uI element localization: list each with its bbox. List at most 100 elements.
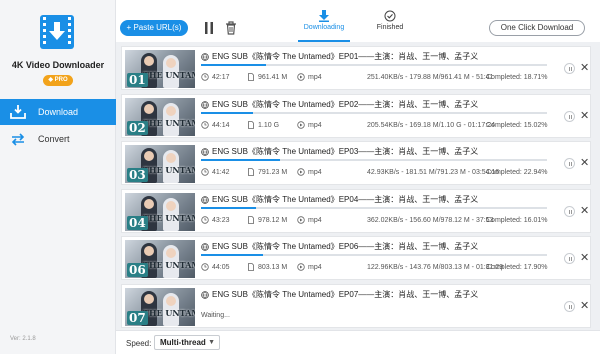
thumbnail-face — [144, 103, 154, 114]
trash-icon[interactable] — [225, 21, 237, 35]
globe-icon — [201, 195, 209, 204]
thumbnail-face — [166, 248, 176, 258]
thumbnail-text: THE UNTAMED — [143, 260, 195, 270]
nav-item-convert[interactable]: Convert — [0, 126, 116, 152]
video-format-icon — [297, 120, 305, 129]
close-icon[interactable]: ✕ — [580, 252, 589, 264]
pause-all-icon[interactable] — [203, 21, 215, 35]
duration: 44:05 — [212, 264, 230, 271]
completed-text: Completed: 17.90% — [486, 264, 548, 271]
tab-finished[interactable]: Finished — [360, 10, 420, 31]
download-title: ENG SUB《陈情令 The Untamed》EP02——主演：肖战、王一博、… — [212, 99, 479, 109]
thumbnail-face — [144, 198, 154, 209]
thumbnail-face — [166, 200, 176, 211]
video-thumbnail: THE UNTAMED 01 — [125, 50, 195, 88]
speed-select-value: Multi-thread — [160, 338, 206, 347]
progress-bar-fill — [201, 206, 257, 209]
tab-downloading[interactable]: Downloading — [294, 10, 354, 31]
progress-bar — [201, 64, 547, 66]
download-row[interactable]: THE UNTAMED 01 ENG SUB《陈情令 The Untamed》E… — [121, 46, 591, 90]
nav-item-label: Convert — [38, 134, 70, 144]
video-format-icon — [297, 263, 305, 271]
download-title: ENG SUB《陈情令 The Untamed》EP01——主演：肖战、王一博、… — [212, 52, 479, 61]
download-title: ENG SUB《陈情令 The Untamed》EP04——主演：肖战、王一博、… — [212, 194, 479, 204]
close-icon[interactable]: ✕ — [580, 300, 589, 312]
pause-button[interactable] — [564, 63, 575, 74]
pause-button[interactable] — [564, 158, 575, 169]
download-list: THE UNTAMED 01 ENG SUB《陈情令 The Untamed》E… — [116, 42, 600, 330]
progress-bar-fill — [201, 254, 263, 256]
chevron-down-icon: ▼ — [208, 339, 215, 346]
progress-bar — [201, 159, 547, 161]
convert-arrows-icon — [11, 133, 25, 146]
thumbnail-face — [166, 295, 176, 306]
thumbnail-text: THE UNTAMED — [143, 70, 195, 80]
pause-button[interactable] — [564, 205, 575, 217]
video-thumbnail: THE UNTAMED 06 — [125, 240, 195, 278]
pro-badge: ◆ PRO — [43, 75, 73, 86]
pause-button[interactable] — [564, 110, 575, 122]
tab-downloading-label: Downloading — [303, 24, 345, 31]
pause-button[interactable] — [564, 253, 575, 264]
progress-text: 362.02KB/s - 156.60 M/978.12 M - 37:53 — [367, 216, 494, 224]
file-format: mp4 — [308, 264, 322, 271]
duration: 41:42 — [212, 169, 230, 176]
episode-number: 06 — [127, 263, 148, 277]
globe-icon — [201, 148, 209, 156]
duration: 44:14 — [212, 121, 230, 129]
one-click-download-button[interactable]: One Click Download — [489, 20, 585, 36]
episode-number: 03 — [127, 168, 148, 182]
clock-icon — [201, 168, 209, 176]
globe-icon — [201, 100, 209, 109]
close-icon[interactable]: ✕ — [580, 110, 589, 122]
close-icon[interactable]: ✕ — [580, 205, 589, 217]
file-icon — [248, 168, 254, 176]
video-format-icon — [297, 168, 305, 176]
download-title: ENG SUB《陈情令 The Untamed》EP07——主演：肖战、王一博、… — [212, 289, 479, 299]
app-logo-icon — [40, 15, 74, 49]
file-size: 803.13 M — [258, 264, 288, 271]
speed-label: Speed: — [126, 339, 152, 348]
check-circle-icon — [384, 10, 396, 22]
download-row[interactable]: THE UNTAMED 02 ENG SUB《陈情令 The Untamed》E… — [121, 93, 591, 138]
file-size: 961.41 M — [258, 74, 288, 81]
progress-bar — [201, 254, 547, 256]
file-format: mp4 — [308, 121, 322, 129]
episode-number: 04 — [127, 215, 148, 230]
download-status: Waiting... — [201, 311, 230, 319]
progress-bar — [201, 111, 547, 114]
episode-number: 02 — [127, 120, 148, 135]
thumbnail-text: THE UNTAMED — [143, 307, 195, 318]
download-row[interactable]: THE UNTAMED 07 ENG SUB《陈情令 The Untamed》E… — [121, 283, 591, 328]
duration: 42:17 — [212, 74, 230, 81]
episode-number: 07 — [127, 310, 148, 325]
file-icon — [248, 73, 254, 81]
clock-icon — [201, 215, 209, 224]
download-title: ENG SUB《陈情令 The Untamed》EP06——主演：肖战、王一博、… — [212, 242, 479, 251]
completed-text: Completed: 16.01% — [486, 216, 548, 224]
file-size: 791.23 M — [258, 169, 288, 176]
close-icon[interactable]: ✕ — [580, 62, 589, 74]
download-row[interactable]: THE UNTAMED 06 ENG SUB《陈情令 The Untamed》E… — [121, 236, 591, 280]
thumbnail-face — [144, 246, 154, 256]
thumbnail-text: THE UNTAMED — [143, 117, 195, 128]
completed-text: Completed: 18.71% — [486, 74, 548, 81]
globe-icon — [201, 290, 209, 299]
pause-button[interactable] — [564, 300, 575, 312]
nav-item-download[interactable]: Download — [0, 99, 116, 125]
file-format: mp4 — [308, 216, 322, 224]
paste-url-button[interactable]: + Paste URL(s) — [120, 20, 188, 36]
download-row[interactable]: THE UNTAMED 03 ENG SUB《陈情令 The Untamed》E… — [121, 141, 591, 185]
file-icon — [248, 263, 254, 271]
progress-bar-fill — [201, 111, 253, 114]
download-arrow-icon — [319, 10, 329, 22]
file-icon — [248, 215, 254, 224]
file-icon — [248, 120, 254, 129]
close-icon[interactable]: ✕ — [580, 157, 589, 169]
speed-select[interactable]: Multi-thread ▼ — [154, 335, 220, 350]
thumbnail-face — [166, 153, 176, 163]
thumbnail-face — [166, 58, 176, 68]
download-row[interactable]: THE UNTAMED 04 ENG SUB《陈情令 The Untamed》E… — [121, 188, 591, 233]
progress-text: 251.40KB/s - 179.88 M/961.41 M - 51:41 — [367, 74, 494, 81]
progress-text: 122.96KB/s - 143.76 M/803.13 M - 01:31:2… — [367, 264, 504, 271]
